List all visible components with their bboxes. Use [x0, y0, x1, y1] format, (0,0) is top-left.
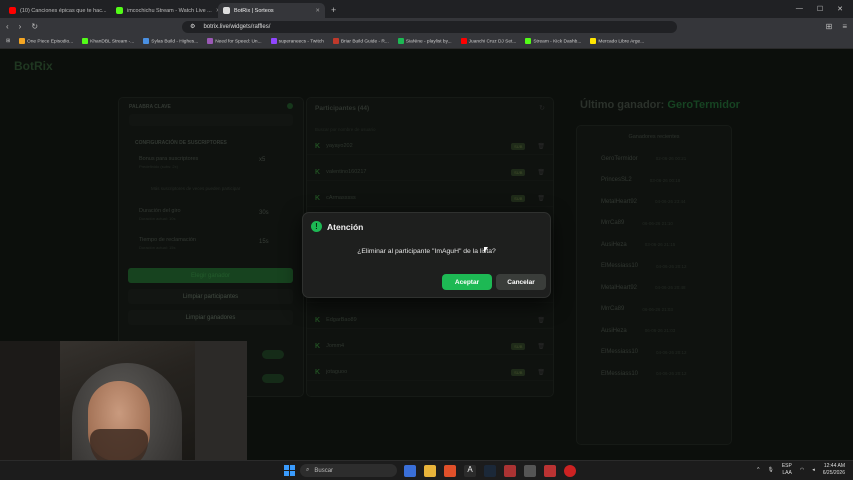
bookmark-item[interactable]: Briar Build Guide - R...	[332, 38, 389, 45]
wifi-icon[interactable]: ◠	[800, 467, 804, 473]
confirm-dialog: ! Atención ¿Eliminar al participante "Im…	[302, 212, 551, 298]
dialog-message: ¿Eliminar al participante "ImAguH" de la…	[357, 248, 496, 255]
tab-kick[interactable]: imcochichu Stream - Watch Live ... ✕	[111, 3, 218, 18]
back-icon[interactable]: ‹	[6, 22, 9, 31]
search-placeholder: Buscar	[314, 467, 334, 474]
dialog-title: Atención	[327, 221, 364, 232]
bookmark-label: superaneecs - Twitch	[278, 39, 324, 45]
tab-label: (10) Canciones épicas que te hac...	[20, 7, 107, 14]
bookmark-item[interactable]: SiaNine - playlist by...	[397, 38, 452, 45]
bookmark-icon	[332, 38, 339, 45]
dialog-header: ! Atención	[311, 221, 363, 232]
bookmark-label: KhanDBL Stream -...	[90, 39, 135, 45]
bookmarks-bar: ⊞ One Piece Episodio... KhanDBL Stream -.…	[0, 35, 853, 49]
forward-icon[interactable]: ›	[19, 22, 22, 31]
search-icon: ⌕	[306, 467, 310, 473]
close-window-icon[interactable]: ✕	[837, 5, 843, 13]
tab-label: BotRix | Sorteos	[234, 7, 274, 14]
tab-youtube[interactable]: (10) Canciones épicas que te hac... ✕	[4, 3, 111, 18]
mouse-cursor-icon	[484, 247, 488, 253]
bookmark-item[interactable]: Mercado Libre Arge...	[590, 38, 645, 45]
app-icon[interactable]	[544, 465, 556, 477]
task-view-icon[interactable]	[404, 465, 416, 477]
bookmark-item[interactable]: Need for Speed: Un...	[207, 38, 262, 45]
bookmark-icon	[460, 38, 467, 45]
bookmark-item[interactable]: Juanchi Cruz DJ Set...	[460, 38, 517, 45]
steam-icon[interactable]	[484, 465, 496, 477]
new-tab-button[interactable]: +	[325, 5, 342, 18]
bookmark-icon	[397, 38, 404, 45]
file-explorer-icon[interactable]	[424, 465, 436, 477]
bookmark-item[interactable]: KhanDBL Stream -...	[82, 38, 135, 45]
volume-icon[interactable]: ◂	[812, 467, 815, 473]
bookmark-icon	[143, 38, 150, 45]
bookmark-label: Need for Speed: Un...	[215, 39, 262, 45]
bookmark-label: SiaNine - playlist by...	[405, 39, 452, 45]
tab-label: imcochichu Stream - Watch Live ...	[127, 7, 212, 14]
windows-taskbar: ⌕ Buscar A ^ 🎙 ESP LAA ◠ ◂ 12:44 AM 6/25/2…	[0, 460, 853, 480]
bookmark-icon	[207, 38, 214, 45]
apps-icon[interactable]: ⊞	[6, 39, 10, 44]
kick-icon	[116, 7, 123, 14]
bookmark-item[interactable]: superaneecs - Twitch	[270, 38, 324, 45]
windows-start-icon[interactable]	[284, 465, 295, 476]
language-indicator[interactable]: ESP LAA	[782, 463, 792, 477]
app-icon[interactable]	[524, 465, 536, 477]
bookmark-label: Stream - Kick Dashb...	[533, 39, 582, 45]
bookmark-icon	[590, 38, 597, 45]
extensions-icon[interactable]: ⊞	[826, 22, 833, 31]
bookmark-item[interactable]: Stream - Kick Dashb...	[525, 38, 582, 45]
bookmark-label: Sylas Build - Highes...	[151, 39, 199, 45]
accept-button[interactable]: Aceptar	[442, 274, 492, 290]
bookmark-icon	[82, 38, 89, 45]
site-info-icon[interactable]: ⚙	[190, 23, 195, 30]
system-tray: ^ 🎙 ESP LAA ◠ ◂ 12:44 AM 6/25/2026	[757, 463, 845, 477]
bookmark-item[interactable]: One Piece Episodio...	[19, 38, 74, 45]
youtube-icon	[9, 7, 16, 14]
address-bar[interactable]: ⚙ botrix.live/widgets/raffles/	[182, 20, 678, 33]
bookmark-label: Juanchi Cruz DJ Set...	[468, 39, 517, 45]
botrix-icon	[223, 7, 230, 14]
reload-icon[interactable]: ↻	[31, 22, 38, 31]
clock[interactable]: 12:44 AM 6/25/2026	[823, 463, 845, 477]
brave-icon[interactable]	[444, 465, 456, 477]
bookmark-label: One Piece Episodio...	[27, 39, 74, 45]
bookmark-label: Briar Build Guide - R...	[340, 39, 389, 45]
tab-botrix[interactable]: BotRix | Sorteos ✕	[218, 3, 325, 18]
app-icon[interactable]	[564, 465, 576, 477]
menu-icon[interactable]: ≡	[842, 22, 847, 31]
obs-icon[interactable]: A	[464, 465, 476, 477]
app-icon[interactable]	[504, 465, 516, 477]
bookmark-icon	[19, 38, 26, 45]
close-icon[interactable]: ✕	[315, 8, 320, 14]
minimize-icon[interactable]: —	[796, 5, 803, 13]
mic-icon[interactable]: 🎙	[767, 467, 773, 473]
taskbar-search[interactable]: ⌕ Buscar	[300, 464, 397, 477]
taskbar-apps: A	[404, 465, 576, 477]
cancel-button[interactable]: Cancelar	[496, 274, 546, 290]
bookmark-icon	[525, 38, 532, 45]
info-icon: !	[311, 221, 322, 232]
window-controls: — ☐ ✕	[786, 5, 853, 18]
chevron-up-icon[interactable]: ^	[757, 467, 759, 473]
bookmark-label: Mercado Libre Arge...	[598, 39, 645, 45]
browser-tab-bar: (10) Canciones épicas que te hac... ✕ im…	[0, 0, 853, 18]
bookmark-icon	[270, 38, 277, 45]
maximize-icon[interactable]: ☐	[817, 5, 823, 13]
url-text: botrix.live/widgets/raffles/	[203, 23, 271, 30]
address-bar-row: ‹ › ↻ ⚙ botrix.live/widgets/raffles/ ⊞ ≡	[0, 18, 853, 35]
bookmark-item[interactable]: Sylas Build - Highes...	[143, 38, 199, 45]
